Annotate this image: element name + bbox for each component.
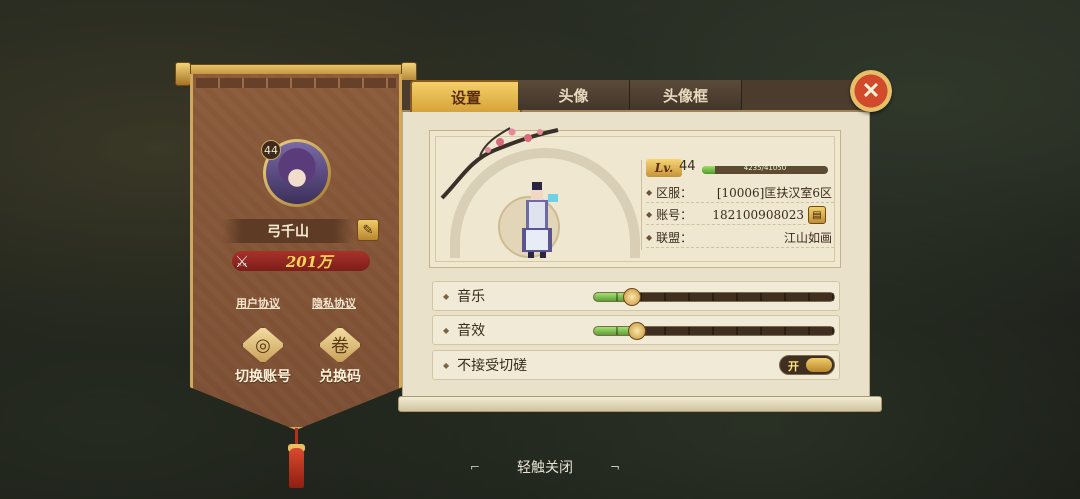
left-ornament-icon: ⌐ [470,460,481,474]
user-agreement-link[interactable]: 用户协议 [236,295,280,311]
player-level-badge: 44 [261,140,281,160]
close-button[interactable]: ✕ [850,70,892,112]
copy-icon: ▤ [812,209,822,221]
edit-name-button[interactable]: ✎ [357,219,379,241]
player-character-sprite [522,182,558,258]
sound-slider-knob[interactable] [628,322,647,340]
tab-avatar-frame[interactable]: 头像框 [630,80,742,110]
switch-account-button[interactable]: ◎ 切换账号 [223,326,303,386]
account-key: 账号： [656,208,693,222]
privacy-policy-link[interactable]: 隐私协议 [312,295,356,311]
server-row: ◆ 区服： [10006]匡扶汉室6区 [646,183,834,203]
server-value: [10006]匡扶汉室6区 [716,186,832,200]
close-icon: ✕ [861,78,881,104]
alliance-value: 江山如画 [783,231,832,245]
sound-label: 音效 [457,323,486,339]
alliance-key: 联盟： [656,231,693,245]
tassel-icon [289,448,304,488]
server-key: 区服： [656,186,693,200]
diamond-bullet-icon: ◆ [443,360,450,370]
account-row: ◆ 账号： 182100908023 [646,205,806,225]
copy-account-button[interactable]: ▤ [808,206,826,224]
pencil-icon: ✎ [362,222,374,238]
diamond-bullet-icon: ◆ [646,210,653,219]
diamond-bullet-icon: ◆ [646,233,653,242]
music-slider-knob[interactable] [623,288,642,306]
switch-account-icon: ◎ [241,326,285,364]
crossed-swords-icon: ⚔ [234,251,250,271]
diamond-bullet-icon: ◆ [646,188,653,197]
toggle-on-label: 开 [788,360,799,373]
level-label: Lv. [646,159,682,177]
right-ornament-icon: ¬ [609,460,620,474]
tab-settings[interactable]: 设置 [410,80,522,112]
tap-to-close-label: 轻触关闭 [517,460,573,476]
music-volume-slider[interactable] [593,288,835,306]
banner-fringe [196,78,396,88]
sound-volume-slider[interactable] [593,322,835,340]
xp-progress-text: 4235/41050 [743,164,787,172]
level-value: 44 [679,159,696,174]
toggle-knob [806,358,832,372]
account-value: 182100908023 [712,207,804,222]
tap-to-close[interactable]: ⌐ 轻触关闭 ¬ [470,457,620,477]
music-label: 音乐 [457,289,486,305]
info-divider [641,160,642,250]
redeem-code-button[interactable]: 卷 兑换码 [300,326,380,386]
no-duel-label: 不接受切磋 [457,358,528,374]
redeem-code-label: 兑换码 [319,369,361,385]
alliance-row: ◆ 联盟： 江山如画 [646,228,834,248]
sound-setting-row: ◆ 音效 [432,315,840,345]
diamond-bullet-icon: ◆ [443,325,450,335]
scroll-icon: 卷 [318,326,362,364]
no-duel-setting-row: ◆ 不接受切磋 开 [432,350,840,380]
panel-scroll-roll [398,396,882,412]
combat-power-value: 201万 [285,252,333,271]
diamond-bullet-icon: ◆ [443,291,450,301]
tab-avatar[interactable]: 头像 [518,80,630,110]
player-name: 弓千山 [222,219,354,243]
no-duel-toggle[interactable]: 开 [779,355,835,375]
music-setting-row: ◆ 音乐 [432,281,840,311]
switch-account-label: 切换账号 [235,369,291,385]
